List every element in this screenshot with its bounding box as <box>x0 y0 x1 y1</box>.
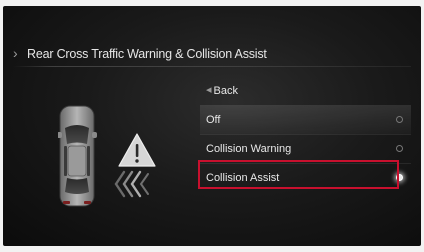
selection-highlight-box <box>198 160 399 189</box>
cross-traffic-chevrons-icon <box>114 170 149 198</box>
option-label: Collision Warning <box>206 143 292 155</box>
back-label: Back <box>213 84 238 97</box>
option-collision-warning[interactable]: Collision Warning <box>200 134 411 163</box>
title-divider <box>13 66 411 67</box>
radio-button-icon[interactable] <box>396 145 403 152</box>
chevron-right-icon: › <box>13 45 18 61</box>
radio-button-icon[interactable] <box>396 116 403 123</box>
infotainment-screen: › Rear Cross Traffic Warning & Collision… <box>3 6 421 246</box>
warning-triangle-icon <box>118 133 156 167</box>
car-warning-graphic <box>57 105 156 207</box>
car-illustration <box>57 104 168 214</box>
back-arrow-icon: ◂ <box>206 84 212 96</box>
option-off[interactable]: Off <box>200 105 411 134</box>
car-icon <box>57 105 97 207</box>
option-label: Off <box>206 114 221 126</box>
back-button[interactable]: ◂ Back <box>200 76 411 105</box>
page-title: Rear Cross Traffic Warning & Collision A… <box>27 47 267 61</box>
page-title-row: › Rear Cross Traffic Warning & Collision… <box>13 45 267 63</box>
